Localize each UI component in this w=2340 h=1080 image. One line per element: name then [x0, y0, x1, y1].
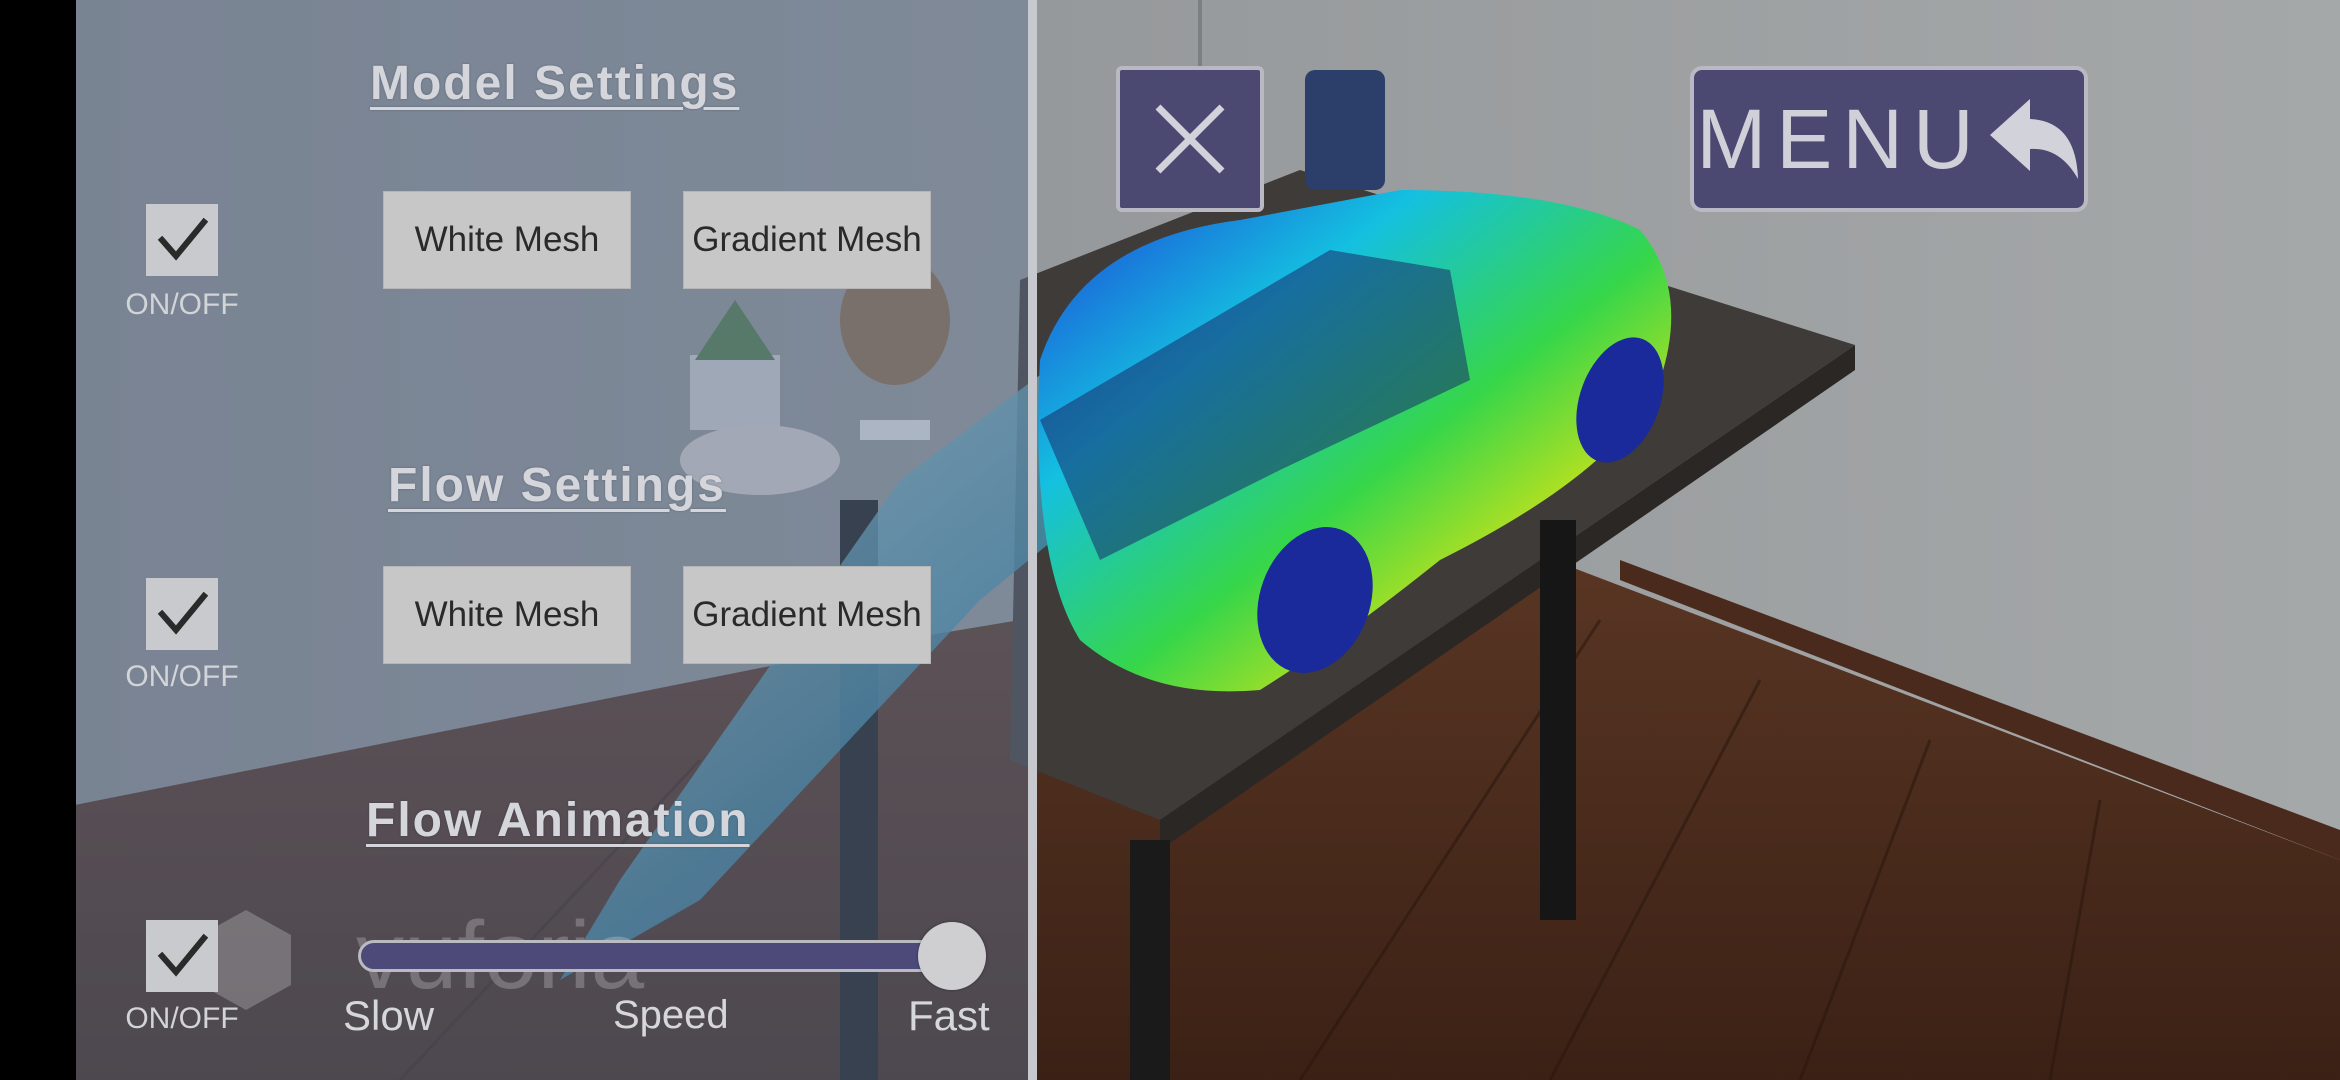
model-gradient-mesh-button[interactable]: Gradient Mesh: [683, 191, 931, 289]
close-icon: [1155, 104, 1225, 174]
model-toggle-checkbox[interactable]: [146, 204, 218, 276]
slider-fast-label: Fast: [908, 992, 990, 1039]
checkmark-icon: [157, 217, 209, 261]
checkmark-icon: [157, 933, 209, 977]
flow-gradient-mesh-button[interactable]: Gradient Mesh: [683, 566, 931, 664]
settings-panel: Model Settings ON/OFF White Mesh Gradien…: [76, 0, 1028, 1080]
model-settings-title: Model Settings: [370, 57, 740, 110]
animation-toggle-checkbox[interactable]: [146, 920, 218, 992]
flow-animation-title: Flow Animation: [366, 794, 750, 847]
flow-white-mesh-button[interactable]: White Mesh: [383, 566, 631, 664]
checkmark-icon: [157, 591, 209, 635]
animation-toggle-label: ON/OFF: [125, 1002, 239, 1035]
menu-button[interactable]: MENU: [1690, 66, 2088, 212]
close-button[interactable]: [1116, 66, 1264, 212]
speed-slider-handle[interactable]: [918, 922, 986, 990]
flow-toggle-label: ON/OFF: [125, 660, 239, 693]
reply-arrow-icon: [1989, 99, 2078, 179]
menu-label: MENU: [1696, 92, 1984, 186]
slider-speed-label: Speed: [613, 993, 729, 1037]
model-white-mesh-button[interactable]: White Mesh: [383, 191, 631, 289]
panel-divider: [1028, 0, 1037, 1080]
model-toggle-label: ON/OFF: [125, 288, 239, 321]
slider-slow-label: Slow: [343, 992, 435, 1039]
flow-toggle-checkbox[interactable]: [146, 578, 218, 650]
flow-settings-title: Flow Settings: [388, 459, 726, 512]
speed-slider-track[interactable]: [358, 940, 952, 972]
left-black-bar: [0, 0, 76, 1080]
